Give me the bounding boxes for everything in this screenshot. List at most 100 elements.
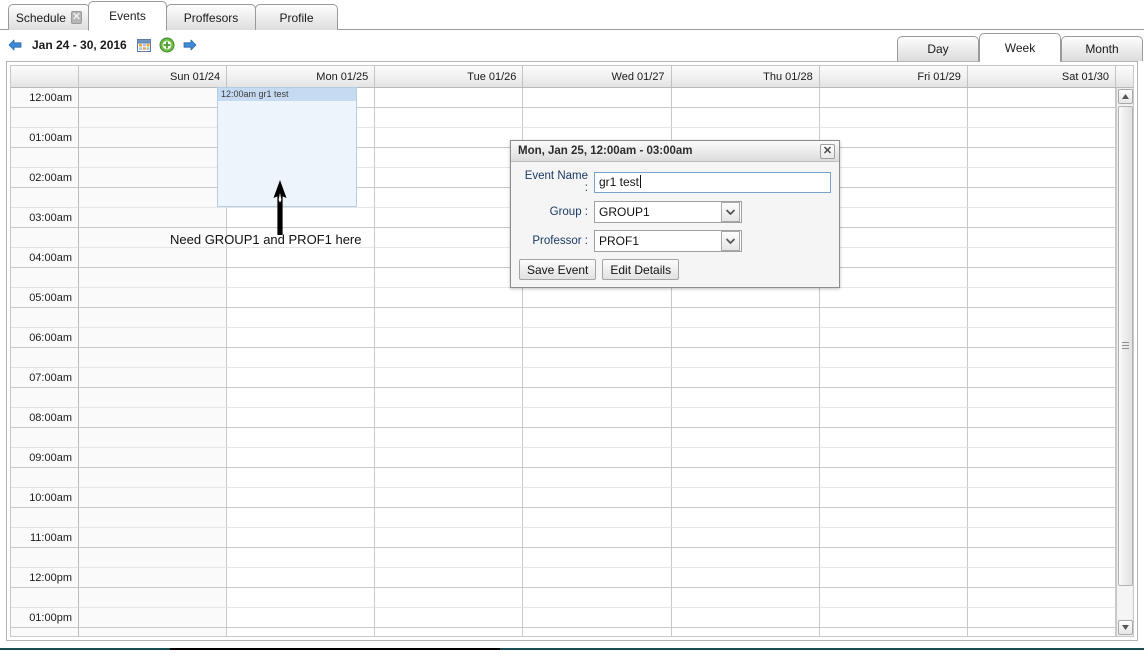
- calendar-cell[interactable]: [819, 128, 968, 148]
- view-tab-month[interactable]: Month: [1061, 36, 1143, 61]
- calendar-cell[interactable]: [227, 288, 376, 308]
- calendar-cell[interactable]: [967, 188, 1116, 208]
- calendar-cell[interactable]: [79, 308, 228, 328]
- calendar-cell[interactable]: [375, 308, 524, 328]
- calendar-cell[interactable]: [227, 248, 376, 268]
- calendar-cell[interactable]: [79, 468, 228, 488]
- calendar-cell[interactable]: [671, 568, 820, 588]
- edit-details-button[interactable]: Edit Details: [602, 259, 680, 280]
- calendar-cell[interactable]: [523, 468, 672, 488]
- calendar-cell[interactable]: [967, 348, 1116, 368]
- calendar-cell[interactable]: [819, 168, 968, 188]
- close-icon[interactable]: ✕: [820, 144, 835, 159]
- calendar-cell[interactable]: [79, 248, 228, 268]
- calendar-cell[interactable]: [227, 348, 376, 368]
- calendar-cell[interactable]: [227, 308, 376, 328]
- calendar-cell[interactable]: [227, 628, 376, 636]
- calendar-cell[interactable]: [819, 548, 968, 568]
- calendar-cell[interactable]: [79, 568, 228, 588]
- calendar-cell[interactable]: [523, 568, 672, 588]
- calendar-cell[interactable]: [375, 228, 524, 248]
- calendar-cell[interactable]: [967, 268, 1116, 288]
- calendar-cell[interactable]: [671, 508, 820, 528]
- calendar-cell[interactable]: [375, 148, 524, 168]
- calendar-cell[interactable]: [967, 588, 1116, 608]
- calendar-cell[interactable]: [79, 168, 228, 188]
- calendar-cell[interactable]: [375, 128, 524, 148]
- calendar-cell[interactable]: [819, 368, 968, 388]
- calendar-cell[interactable]: [819, 448, 968, 468]
- calendar-cell[interactable]: [671, 528, 820, 548]
- calendar-cell[interactable]: [819, 348, 968, 368]
- calendar-cell[interactable]: [819, 88, 968, 108]
- calendar-cell[interactable]: [819, 408, 968, 428]
- calendar-cell[interactable]: [967, 408, 1116, 428]
- group-select[interactable]: GROUP1: [594, 201, 742, 223]
- calendar-cell[interactable]: [523, 548, 672, 568]
- calendar-cell[interactable]: [79, 128, 228, 148]
- arrow-right-icon[interactable]: [182, 37, 198, 53]
- calendar-cell[interactable]: [819, 488, 968, 508]
- calendar-cell[interactable]: [819, 588, 968, 608]
- calendar-cell[interactable]: [523, 88, 672, 108]
- calendar-cell[interactable]: [671, 288, 820, 308]
- calendar-cell[interactable]: [819, 188, 968, 208]
- calendar-cell[interactable]: [671, 548, 820, 568]
- calendar-cell[interactable]: [79, 268, 228, 288]
- calendar-cell[interactable]: [967, 368, 1116, 388]
- calendar-cell[interactable]: [967, 128, 1116, 148]
- calendar-cell[interactable]: [375, 188, 524, 208]
- calendar-cell[interactable]: [227, 328, 376, 348]
- calendar-cell[interactable]: [375, 608, 524, 628]
- scrollbar-thumb[interactable]: [1118, 106, 1133, 586]
- calendar-cell[interactable]: [819, 268, 968, 288]
- calendar-cell[interactable]: [79, 528, 228, 548]
- calendar-cell[interactable]: [671, 588, 820, 608]
- calendar-cell[interactable]: [819, 608, 968, 628]
- calendar-cell[interactable]: [523, 408, 672, 428]
- calendar-cell[interactable]: [375, 408, 524, 428]
- calendar-cell[interactable]: [375, 208, 524, 228]
- calendar-cell[interactable]: [671, 108, 820, 128]
- calendar-cell[interactable]: [819, 208, 968, 228]
- dialog-title-bar[interactable]: Mon, Jan 25, 12:00am - 03:00am ✕: [511, 141, 839, 162]
- calendar-cell[interactable]: [523, 588, 672, 608]
- calendar-cell[interactable]: [671, 428, 820, 448]
- calendar-cell[interactable]: [375, 468, 524, 488]
- calendar-cell[interactable]: [967, 428, 1116, 448]
- calendar-cell[interactable]: [79, 88, 228, 108]
- calendar-cell[interactable]: [79, 408, 228, 428]
- tab-proffesors[interactable]: Proffesors: [166, 4, 256, 30]
- close-icon[interactable]: ✕: [70, 11, 83, 24]
- calendar-cell[interactable]: [523, 328, 672, 348]
- calendar-cell[interactable]: [819, 308, 968, 328]
- calendar-cell[interactable]: [227, 408, 376, 428]
- calendar-cell[interactable]: [79, 608, 228, 628]
- calendar-cell[interactable]: [375, 108, 524, 128]
- calendar-cell[interactable]: [967, 328, 1116, 348]
- tab-profile[interactable]: Profile: [255, 4, 338, 30]
- chevron-down-icon[interactable]: [721, 202, 740, 222]
- scroll-down-icon[interactable]: [1118, 620, 1133, 635]
- day-header-mon[interactable]: Mon 01/25: [227, 66, 376, 87]
- day-header-sat[interactable]: Sat 01/30: [968, 66, 1116, 87]
- calendar-cell[interactable]: [375, 548, 524, 568]
- calendar-cell[interactable]: [671, 308, 820, 328]
- calendar-cell[interactable]: [523, 288, 672, 308]
- calendar-cell[interactable]: [375, 488, 524, 508]
- calendar-cell[interactable]: [671, 608, 820, 628]
- calendar-cell[interactable]: [523, 348, 672, 368]
- day-header-wed[interactable]: Wed 01/27: [523, 66, 672, 87]
- view-tab-day[interactable]: Day: [897, 36, 979, 61]
- calendar-cell[interactable]: [79, 348, 228, 368]
- calendar-cell[interactable]: [79, 188, 228, 208]
- calendar-cell[interactable]: [227, 588, 376, 608]
- calendar-cell[interactable]: [79, 588, 228, 608]
- day-header-fri[interactable]: Fri 01/29: [820, 66, 968, 87]
- calendar-cell[interactable]: [967, 388, 1116, 408]
- calendar-cell[interactable]: [967, 168, 1116, 188]
- calendar-cell[interactable]: [967, 148, 1116, 168]
- calendar-cell[interactable]: [967, 88, 1116, 108]
- day-header-tue[interactable]: Tue 01/26: [375, 66, 524, 87]
- calendar-cell[interactable]: [375, 288, 524, 308]
